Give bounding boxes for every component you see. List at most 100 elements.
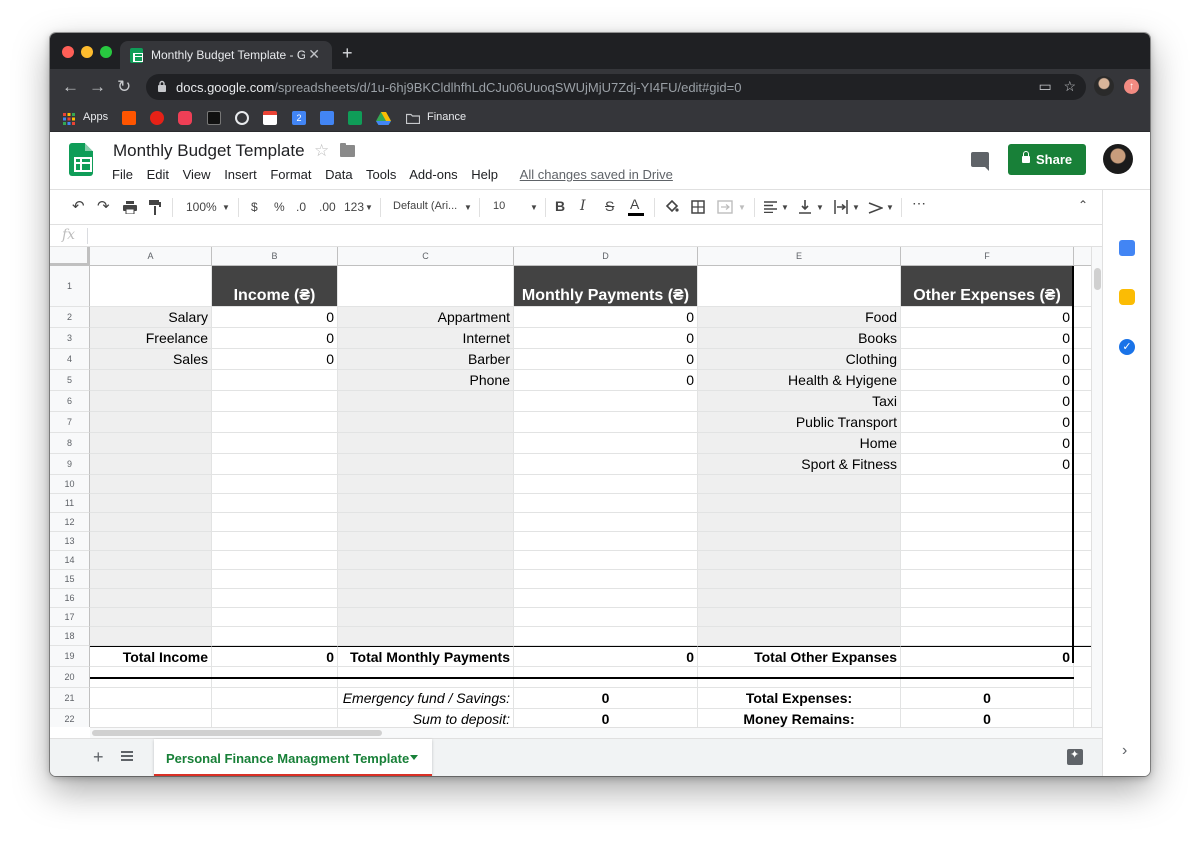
cell-d11[interactable]: [514, 494, 698, 513]
more-options-icon[interactable]: ⋯: [912, 195, 926, 212]
google-sheets-icon[interactable]: [348, 111, 362, 125]
unsplash-icon[interactable]: [207, 111, 221, 125]
row-header-16[interactable]: 16: [50, 589, 90, 608]
cell-b16[interactable]: [212, 589, 338, 608]
other-expense-value[interactable]: 0: [901, 370, 1074, 391]
font-size-select[interactable]: 10: [493, 200, 505, 212]
cell-f12[interactable]: [901, 513, 1074, 532]
row-header-8[interactable]: 8: [50, 433, 90, 454]
total-expenses-value[interactable]: 0: [901, 688, 1074, 709]
other-expense-label[interactable]: Health & Hyigene: [698, 370, 901, 391]
monthly-value[interactable]: 0: [514, 307, 698, 328]
spreadsheet-grid[interactable]: A B C D E F 1 Income (₴) Monthly Payments …: [50, 247, 1091, 727]
update-icon[interactable]: ↑: [1124, 79, 1139, 94]
account-avatar[interactable]: [1103, 144, 1133, 174]
other-expense-label[interactable]: Food: [698, 307, 901, 328]
explore-icon[interactable]: [1067, 748, 1083, 765]
row-header-14[interactable]: 14: [50, 551, 90, 570]
cell-b7[interactable]: [212, 412, 338, 433]
cell-b5[interactable]: [212, 370, 338, 391]
cell-b15[interactable]: [212, 570, 338, 589]
gmail-icon[interactable]: [263, 111, 277, 125]
forward-arrow-icon[interactable]: →: [89, 77, 106, 97]
bookmark-apps[interactable]: Apps: [83, 111, 108, 123]
total-monthly-value[interactable]: 0: [514, 646, 698, 667]
monthly-label[interactable]: Internet: [338, 328, 514, 349]
increase-decimal-button[interactable]: .00: [319, 200, 336, 214]
menu-addons[interactable]: Add-ons: [409, 167, 457, 182]
row-header-18[interactable]: 18: [50, 627, 90, 646]
cell-e10[interactable]: [698, 475, 901, 494]
row-header-1[interactable]: 1: [50, 266, 90, 307]
menu-data[interactable]: Data: [325, 167, 352, 182]
total-other-value[interactable]: 0: [901, 646, 1074, 667]
google-docs-icon[interactable]: [320, 111, 334, 125]
cell-b10[interactable]: [212, 475, 338, 494]
cell-a13[interactable]: [90, 532, 212, 551]
other-expense-label[interactable]: Taxi: [698, 391, 901, 412]
row-header-3[interactable]: 3: [50, 328, 90, 349]
cell-b13[interactable]: [212, 532, 338, 551]
format-currency-button[interactable]: $: [251, 200, 258, 214]
keep-icon[interactable]: [1119, 289, 1135, 305]
cell-a12[interactable]: [90, 513, 212, 532]
row-header-5[interactable]: 5: [50, 370, 90, 391]
vertical-scrollbar[interactable]: [1091, 247, 1102, 727]
column-header-c[interactable]: C: [338, 247, 514, 266]
cell-b14[interactable]: [212, 551, 338, 570]
cell-b21[interactable]: [212, 688, 338, 709]
calendar-icon[interactable]: [1119, 240, 1135, 256]
cell-a10[interactable]: [90, 475, 212, 494]
cell-d16[interactable]: [514, 589, 698, 608]
cell-f16[interactable]: [901, 589, 1074, 608]
total-income-label[interactable]: Total Income: [90, 646, 212, 667]
reload-icon[interactable]: ↻: [117, 77, 131, 97]
menu-edit[interactable]: Edit: [147, 167, 169, 182]
row-header-13[interactable]: 13: [50, 532, 90, 551]
bookmark-finance-folder[interactable]: Finance: [427, 111, 466, 123]
cell-c9[interactable]: [338, 454, 514, 475]
minimize-window-button[interactable]: [81, 46, 93, 58]
row-header-20[interactable]: 20: [50, 667, 90, 688]
zoom-select[interactable]: 100%: [186, 200, 217, 214]
other-expense-label[interactable]: Sport & Fitness: [698, 454, 901, 475]
cell-d7[interactable]: [514, 412, 698, 433]
move-to-folder-icon[interactable]: [340, 143, 355, 157]
horizontal-align-icon[interactable]: [764, 201, 777, 213]
cell-b22[interactable]: [212, 709, 338, 727]
cell-a8[interactable]: [90, 433, 212, 454]
cell-b6[interactable]: [212, 391, 338, 412]
income-value[interactable]: 0: [212, 307, 338, 328]
cell-b11[interactable]: [212, 494, 338, 513]
row-header-22[interactable]: 22: [50, 709, 90, 727]
cell-a11[interactable]: [90, 494, 212, 513]
cell-c15[interactable]: [338, 570, 514, 589]
total-other-label[interactable]: Total Other Expanses: [698, 646, 901, 667]
monthly-value[interactable]: 0: [514, 349, 698, 370]
cell-b18[interactable]: [212, 627, 338, 646]
money-remains-label[interactable]: Money Remains:: [698, 709, 901, 727]
column-header-b[interactable]: B: [212, 247, 338, 266]
text-rotation-icon[interactable]: [868, 200, 883, 214]
redo-icon[interactable]: ↷: [97, 197, 110, 215]
cell-a9[interactable]: [90, 454, 212, 475]
saved-status-link[interactable]: All changes saved in Drive: [520, 167, 673, 182]
format-percent-button[interactable]: %: [274, 200, 285, 214]
vertical-scroll-thumb[interactable]: [1094, 268, 1101, 290]
new-tab-button[interactable]: +: [342, 43, 353, 64]
cell-c14[interactable]: [338, 551, 514, 570]
sheets-logo-icon[interactable]: [69, 143, 93, 176]
undo-icon[interactable]: ↶: [72, 197, 85, 215]
menu-help[interactable]: Help: [471, 167, 498, 182]
income-label[interactable]: Salary: [90, 307, 212, 328]
total-monthly-label[interactable]: Total Monthly Payments: [338, 646, 514, 667]
monthly-label[interactable]: Barber: [338, 349, 514, 370]
horizontal-scroll-thumb[interactable]: [92, 730, 382, 736]
cell-c7[interactable]: [338, 412, 514, 433]
decrease-decimal-button[interactable]: .0: [296, 200, 306, 214]
cell-f15[interactable]: [901, 570, 1074, 589]
row-header-19[interactable]: 19: [50, 646, 90, 667]
cell-c17[interactable]: [338, 608, 514, 627]
monthly-label[interactable]: Phone: [338, 370, 514, 391]
other-expenses-header[interactable]: Other Expenses (₴): [901, 266, 1074, 307]
